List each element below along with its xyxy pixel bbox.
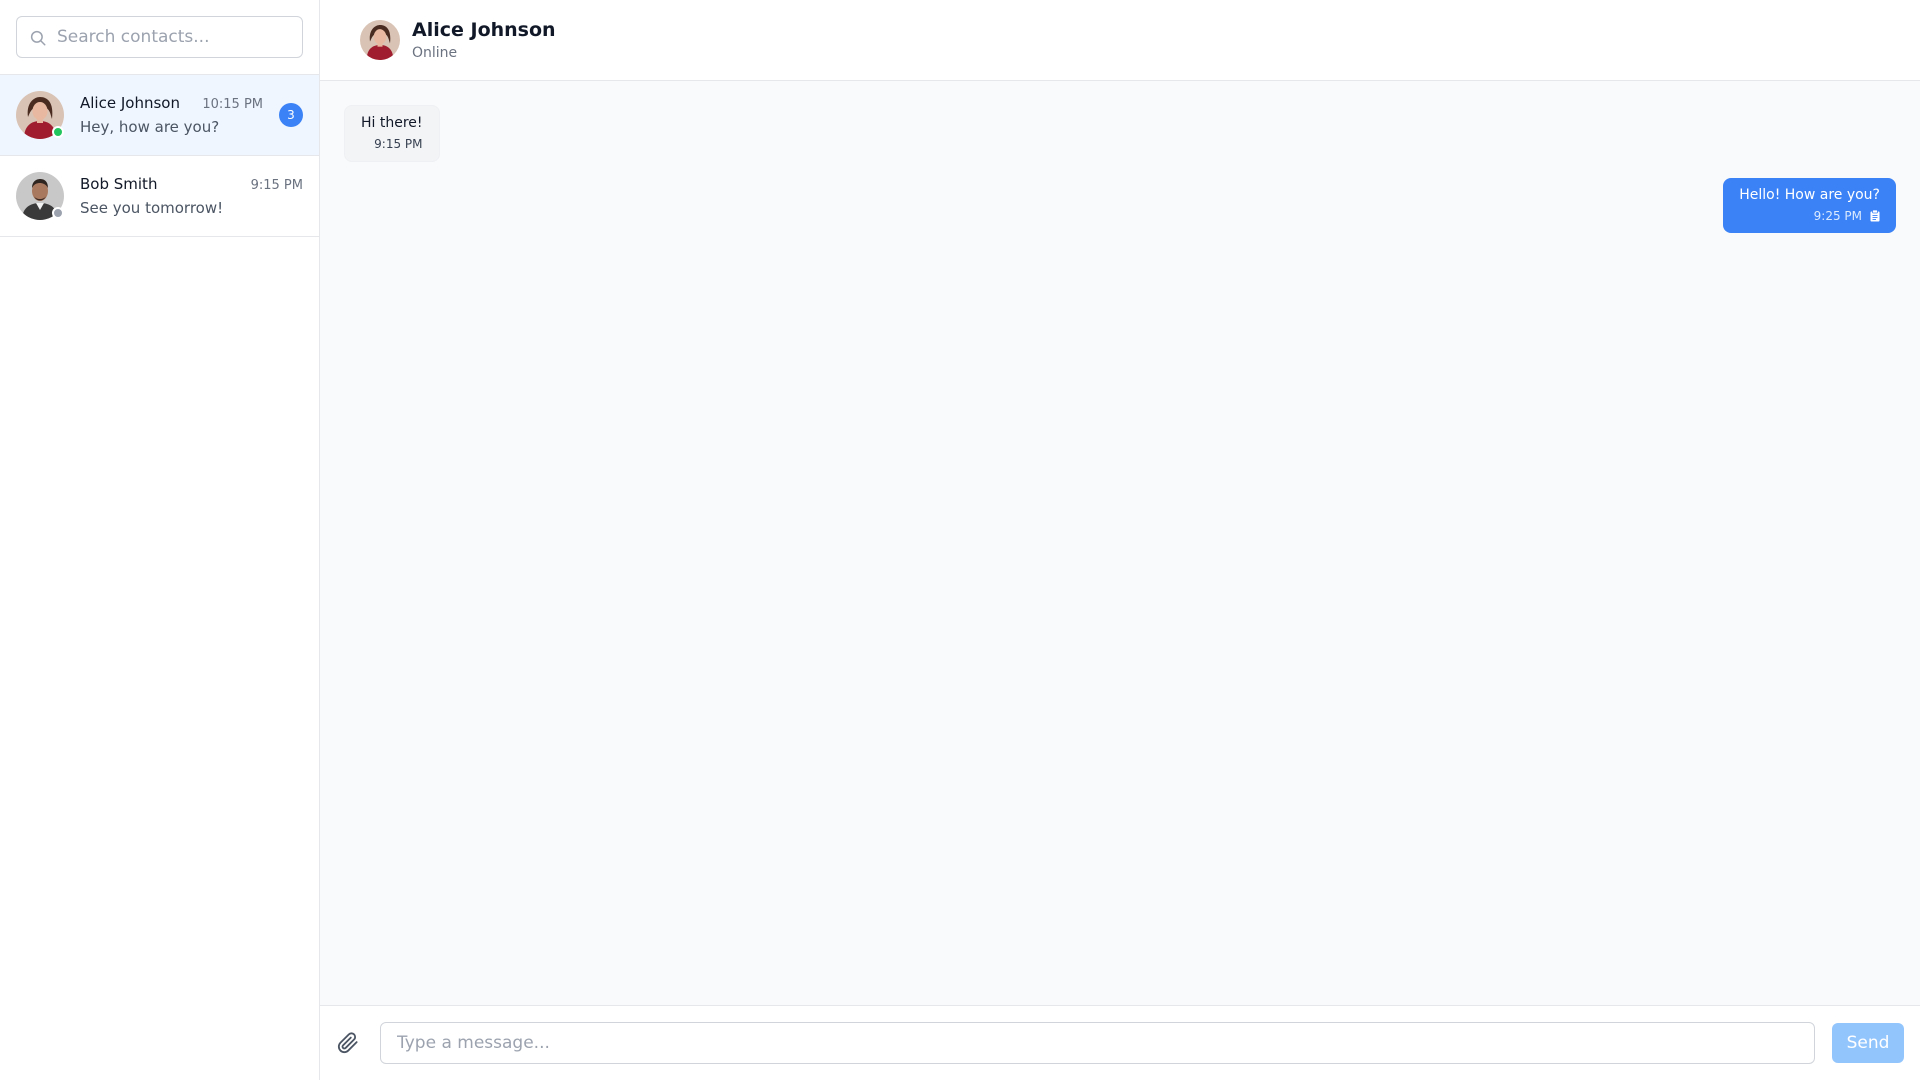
unread-badge: 3 bbox=[279, 103, 303, 127]
message-list: Hi there! 9:15 PM Hello! How are you? 9:… bbox=[320, 81, 1920, 1005]
contact-body: Bob Smith 9:15 PM See you tomorrow! bbox=[80, 175, 303, 217]
contact-item-bob-smith[interactable]: Bob Smith 9:15 PM See you tomorrow! bbox=[0, 156, 319, 237]
contact-preview: Hey, how are you? bbox=[80, 118, 220, 136]
online-status-dot bbox=[52, 126, 64, 138]
contact-row: Alice Johnson 10:15 PM bbox=[80, 94, 263, 112]
attach-button[interactable] bbox=[336, 1031, 360, 1055]
chat-panel: Alice Johnson Online Hi there! 9:15 PM H… bbox=[320, 0, 1920, 1080]
message-composer: Send bbox=[320, 1005, 1920, 1080]
clipboard-icon bbox=[1870, 210, 1880, 222]
contact-preview: See you tomorrow! bbox=[80, 199, 224, 217]
contact-time: 10:15 PM bbox=[202, 97, 263, 112]
outgoing-message: Hello! How are you? 9:25 PM bbox=[1723, 178, 1896, 233]
contact-time: 9:15 PM bbox=[250, 178, 303, 193]
contact-name: Alice Johnson bbox=[80, 94, 180, 112]
contact-body: Alice Johnson 10:15 PM Hey, how are you? bbox=[80, 94, 263, 136]
contact-item-alice-johnson[interactable]: Alice Johnson 10:15 PM Hey, how are you?… bbox=[0, 75, 319, 156]
contact-avatar-wrap bbox=[16, 172, 64, 220]
message-text: Hi there! bbox=[361, 115, 423, 131]
search-section bbox=[0, 0, 319, 75]
message-text: Hello! How are you? bbox=[1739, 187, 1880, 203]
chat-header-avatar bbox=[360, 20, 400, 60]
chat-contact-name: Alice Johnson bbox=[412, 19, 556, 41]
message-meta: 9:25 PM bbox=[1739, 209, 1880, 223]
contact-name: Bob Smith bbox=[80, 175, 158, 193]
incoming-message: Hi there! 9:15 PM bbox=[344, 105, 440, 162]
chat-header-info: Alice Johnson Online bbox=[412, 19, 556, 61]
send-button[interactable]: Send bbox=[1832, 1023, 1904, 1063]
chat-header: Alice Johnson Online bbox=[320, 0, 1920, 81]
search-icon bbox=[30, 30, 46, 46]
contact-avatar-wrap bbox=[16, 91, 64, 139]
search-input[interactable] bbox=[17, 17, 302, 57]
offline-status-dot bbox=[52, 207, 64, 219]
chat-contact-status: Online bbox=[412, 45, 458, 61]
message-time: 9:15 PM bbox=[374, 137, 423, 151]
messaging-app: Alice Johnson 10:15 PM Hey, how are you?… bbox=[0, 0, 1920, 1080]
contact-row: Bob Smith 9:15 PM bbox=[80, 175, 303, 193]
message-time: 9:25 PM bbox=[1813, 209, 1862, 223]
message-input[interactable] bbox=[380, 1022, 1815, 1064]
paperclip-icon bbox=[337, 1032, 358, 1054]
search-box[interactable] bbox=[16, 16, 303, 58]
contacts-sidebar: Alice Johnson 10:15 PM Hey, how are you?… bbox=[0, 0, 320, 1080]
